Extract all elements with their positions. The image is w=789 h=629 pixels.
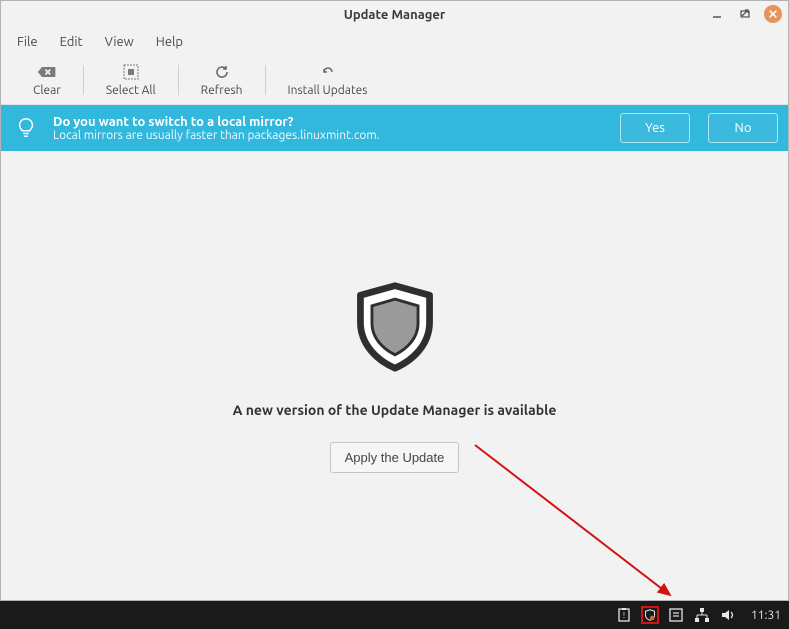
mirror-banner: Do you want to switch to a local mirror?…: [1, 105, 788, 151]
shield-icon: [347, 278, 443, 378]
tray-update-manager-icon[interactable]: [641, 606, 659, 624]
select-all-label: Select All: [106, 84, 156, 97]
taskbar-clock[interactable]: 11:31: [751, 609, 781, 622]
minimize-button[interactable]: [708, 5, 726, 23]
menu-edit[interactable]: Edit: [50, 32, 93, 52]
banner-no-button[interactable]: No: [708, 113, 778, 143]
banner-yes-button[interactable]: Yes: [620, 113, 690, 143]
refresh-icon: [214, 63, 230, 81]
banner-question: Do you want to switch to a local mirror?: [53, 115, 602, 129]
clear-button[interactable]: Clear: [15, 61, 79, 99]
menu-file[interactable]: File: [7, 32, 48, 52]
update-message: A new version of the Update Manager is a…: [233, 402, 557, 418]
maximize-button[interactable]: [736, 5, 754, 23]
banner-detail: Local mirrors are usually faster than pa…: [53, 129, 602, 142]
lightbulb-icon: [11, 113, 41, 143]
clear-label: Clear: [33, 84, 61, 97]
menu-view[interactable]: View: [95, 32, 144, 52]
refresh-label: Refresh: [201, 84, 243, 97]
tray-volume-icon[interactable]: [719, 606, 737, 624]
close-button[interactable]: [764, 5, 782, 23]
refresh-button[interactable]: Refresh: [183, 61, 261, 99]
window-title: Update Manager: [344, 8, 446, 22]
menu-help[interactable]: Help: [146, 32, 193, 52]
svg-text:!: !: [623, 611, 625, 620]
menubar: File Edit View Help: [1, 29, 788, 55]
install-updates-button[interactable]: Install Updates: [270, 61, 386, 99]
toolbar-separator: [265, 65, 266, 95]
install-icon: [320, 63, 336, 81]
titlebar: Update Manager: [1, 1, 788, 29]
select-all-icon: [123, 63, 139, 81]
toolbar: Clear Select All Refresh Install Updates: [1, 55, 788, 105]
select-all-button[interactable]: Select All: [88, 61, 174, 99]
apply-update-button[interactable]: Apply the Update: [330, 442, 460, 473]
clear-icon: [37, 63, 57, 81]
taskbar: ! 11:31: [0, 601, 789, 629]
tray-notifications-icon[interactable]: [667, 606, 685, 624]
update-manager-window: Update Manager File Edit View Help Clear: [0, 0, 789, 601]
banner-text: Do you want to switch to a local mirror?…: [53, 115, 602, 142]
system-tray: !: [615, 606, 737, 624]
tray-network-icon[interactable]: [693, 606, 711, 624]
toolbar-separator: [83, 65, 84, 95]
install-label: Install Updates: [288, 84, 368, 97]
tray-clipboard-icon[interactable]: !: [615, 606, 633, 624]
content-area: A new version of the Update Manager is a…: [1, 151, 788, 600]
toolbar-separator: [178, 65, 179, 95]
window-controls: [708, 5, 782, 23]
